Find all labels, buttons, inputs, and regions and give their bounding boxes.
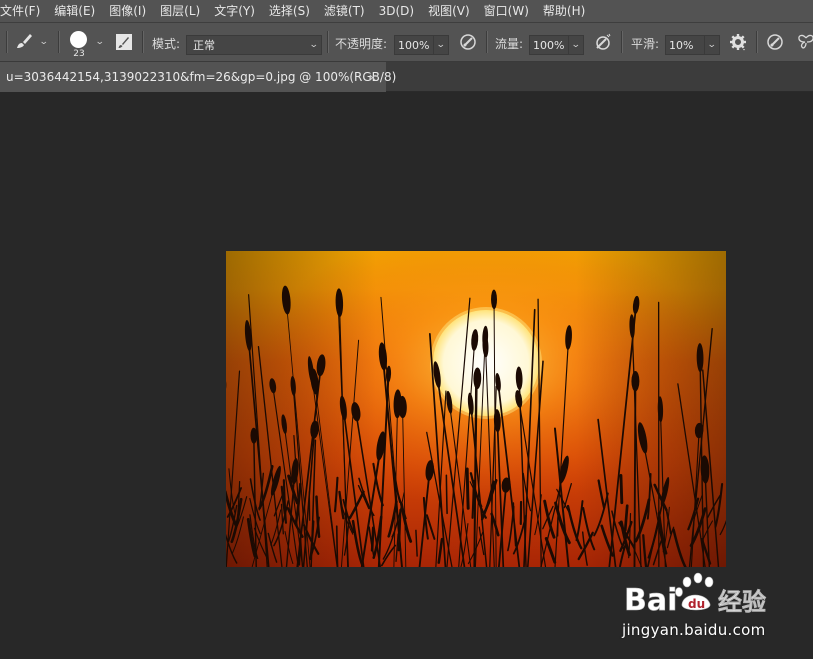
- options-separator: [142, 31, 144, 53]
- airbrush-button[interactable]: [594, 23, 612, 61]
- pen-pressure-size-icon: [767, 34, 783, 50]
- smoothing-options-button[interactable]: [729, 23, 747, 61]
- options-separator: [6, 31, 8, 53]
- watermark-brand-right: 经验: [718, 588, 766, 616]
- opacity-label: 不透明度:: [335, 37, 388, 51]
- menu-edit[interactable]: 编辑(E): [54, 0, 102, 22]
- menu-view[interactable]: 视图(V): [428, 0, 477, 22]
- opacity-value: 100%: [398, 38, 430, 52]
- menu-image[interactable]: 图像(I): [109, 0, 153, 22]
- gear-icon: [730, 34, 746, 51]
- document-image: [226, 251, 726, 567]
- brush-size-value: 23: [73, 49, 85, 59]
- menu-select[interactable]: 选择(S): [269, 0, 317, 22]
- brush-tool-preset-picker[interactable]: ⌄: [14, 23, 49, 61]
- chevron-down-icon: ⌄: [309, 40, 319, 50]
- pressure-size-button[interactable]: [766, 23, 784, 61]
- menu-type[interactable]: 文字(Y): [214, 0, 262, 22]
- pressure-opacity-button[interactable]: [459, 23, 477, 61]
- close-icon[interactable]: ×: [368, 71, 377, 84]
- menu-file[interactable]: 文件(F): [0, 0, 47, 22]
- menu-help[interactable]: 帮助(H): [543, 0, 592, 22]
- symmetry-button[interactable]: [797, 23, 813, 61]
- butterfly-icon: [798, 34, 813, 49]
- brush-icon: [14, 31, 34, 54]
- watermark-url: jingyan.baidu.com: [622, 621, 766, 639]
- options-separator: [621, 31, 623, 53]
- chevron-down-icon[interactable]: ⌄: [568, 36, 583, 54]
- menu-bar: 文件(F) 编辑(E) 图像(I) 图层(L) 文字(Y) 选择(S) 滤镜(T…: [0, 0, 813, 22]
- chevron-down-icon[interactable]: ⌄: [433, 36, 448, 54]
- smoothing-value: 10%: [669, 38, 694, 52]
- menu-layer[interactable]: 图层(L): [160, 0, 207, 22]
- flow-label: 流量:: [495, 37, 524, 51]
- document-tab-title: u=3036442154,3139022310&fm=26&gp=0.jpg @…: [6, 70, 397, 84]
- options-separator: [58, 31, 60, 53]
- baidu-paw-logo: Bai du 经验: [624, 572, 766, 618]
- menu-filter[interactable]: 滤镜(T): [324, 0, 372, 22]
- opacity-field[interactable]: 100% ⌄: [394, 35, 449, 55]
- options-separator: [756, 31, 758, 53]
- chevron-down-icon[interactable]: ⌄: [704, 36, 719, 54]
- flow-field[interactable]: 100% ⌄: [529, 35, 584, 55]
- smoothing-field[interactable]: 10% ⌄: [665, 35, 720, 55]
- chevron-down-icon: ⌄: [38, 37, 49, 47]
- options-separator: [486, 31, 488, 53]
- smoothing-label: 平滑:: [631, 37, 660, 51]
- tool-options-bar: ⌄ 23 ⌄ 模式: 正常 ⌄ 不透明度: 100% ⌄ 流量: 100% ⌄ …: [0, 22, 813, 62]
- watermark-brand-du: du: [688, 597, 705, 611]
- brush-panel-icon: [116, 34, 132, 50]
- brush-size-picker[interactable]: 23 ⌄: [68, 23, 108, 61]
- mode-label: 模式:: [152, 37, 181, 51]
- brush-settings-panel-button[interactable]: [115, 23, 133, 61]
- menu-3d[interactable]: 3D(D): [379, 0, 421, 22]
- blend-mode-value: 正常: [193, 39, 215, 52]
- chevron-down-icon: ⌄: [94, 37, 105, 47]
- options-separator: [327, 31, 329, 53]
- airbrush-icon: [596, 33, 611, 50]
- document-tab[interactable]: u=3036442154,3139022310&fm=26&gp=0.jpg @…: [0, 62, 396, 92]
- flow-value: 100%: [533, 38, 565, 52]
- document-tab-bar: u=3036442154,3139022310&fm=26&gp=0.jpg @…: [0, 62, 813, 92]
- brush-tip-icon: [70, 31, 87, 48]
- menu-window[interactable]: 窗口(W): [484, 0, 536, 22]
- pen-pressure-icon: [460, 34, 476, 50]
- watermark-brand-left: Bai: [624, 583, 677, 618]
- blend-mode-dropdown[interactable]: 正常 ⌄: [186, 35, 322, 55]
